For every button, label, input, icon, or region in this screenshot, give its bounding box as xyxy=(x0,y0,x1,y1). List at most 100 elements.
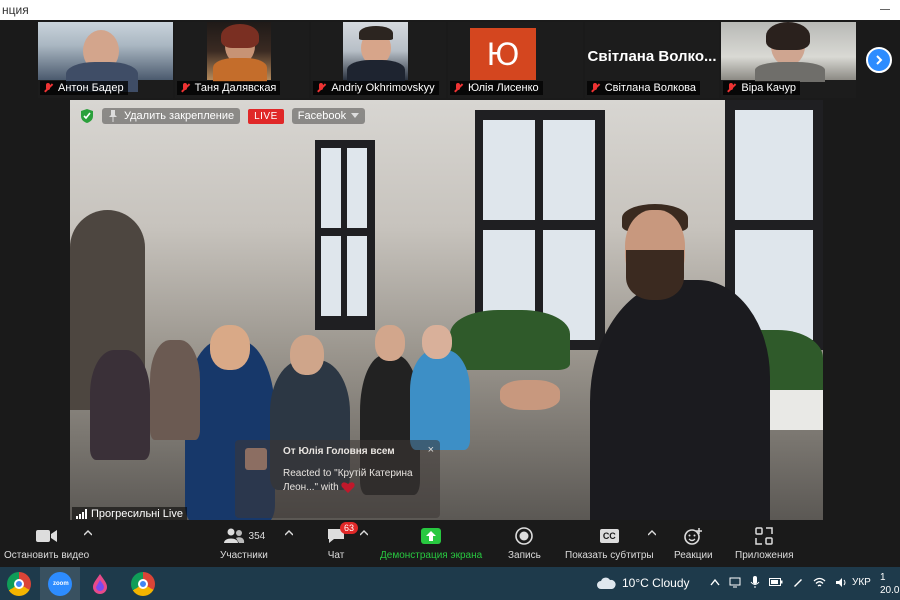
unpin-button[interactable]: Удалить закрепление xyxy=(102,108,241,124)
chat-button[interactable]: 63 Чат xyxy=(326,522,359,561)
microphone-icon[interactable] xyxy=(750,576,760,588)
show-subtitles-button[interactable]: CC Показать субтитры xyxy=(565,525,654,561)
chrome-icon[interactable] xyxy=(7,572,31,596)
stop-video-button[interactable]: Остановить видео xyxy=(4,525,89,561)
participant-name: Світлана Волкова xyxy=(604,82,697,94)
participant-strip: Антон Бадер Таня Далявская Andriy Okhrim… xyxy=(38,22,857,98)
pin-icon xyxy=(109,110,117,122)
stream-target-dropdown[interactable]: Facebook xyxy=(291,108,366,124)
participants-options-caret-icon[interactable] xyxy=(285,530,293,536)
cloud-icon xyxy=(597,577,616,589)
share-screen-button[interactable]: Демонстрация экрана xyxy=(380,525,482,561)
participant-nameplate: Світлана Волкова xyxy=(586,81,701,95)
apps-button[interactable]: Приложения xyxy=(735,525,794,561)
caret-down-icon xyxy=(351,113,360,118)
chevron-right-icon xyxy=(876,55,883,65)
reaction-message: Reacted to "Крутій Катерина Леон..." wit… xyxy=(283,468,413,494)
participant-video xyxy=(343,22,409,84)
avatar xyxy=(245,448,267,470)
pen-icon[interactable] xyxy=(792,576,804,588)
participant-nameplate: Юлія Лисенко xyxy=(450,81,543,95)
chevron-up-icon[interactable] xyxy=(710,578,720,586)
weather-widget[interactable]: 10°C Cloudy xyxy=(596,576,690,590)
shield-icon xyxy=(81,109,93,123)
participant-tile[interactable]: Антон Бадер xyxy=(38,22,173,98)
subtitles-options-caret-icon[interactable] xyxy=(648,530,656,536)
participants-icon xyxy=(223,528,244,543)
os-taskbar: zoom 10°C Cloudy УКР 1 20.0 xyxy=(0,567,900,600)
meeting-controls-bar: Остановить видео 354 Участники 63 Чат Де… xyxy=(0,520,900,567)
reaction-sender: От Юлія Головня всем xyxy=(283,446,395,457)
chat-label: Чат xyxy=(327,550,345,561)
participant-tile[interactable]: Віра Качур xyxy=(721,22,857,98)
participant-nameplate: Таня Далявская xyxy=(176,81,281,95)
signal-strength-icon xyxy=(76,509,87,519)
clock-date: 20.0 xyxy=(880,585,900,596)
mic-muted-icon xyxy=(179,82,191,94)
participant-nameplate: Антон Бадер xyxy=(40,81,128,95)
participant-nameplate: Andriy Okhrimovskyy xyxy=(313,81,439,95)
participant-name: Andriy Okhrimovskyy xyxy=(331,82,435,94)
reactions-button[interactable]: Реакции xyxy=(674,525,713,561)
participant-video: Ю xyxy=(448,22,583,80)
participant-tile[interactable]: Andriy Okhrimovskyy xyxy=(311,22,447,98)
live-badge[interactable]: LIVE xyxy=(248,108,284,124)
battery-icon[interactable] xyxy=(769,577,783,587)
participant-video xyxy=(38,22,173,92)
meeting-stage: Антон Бадер Таня Далявская Andriy Okhrim… xyxy=(0,20,900,523)
record-label: Запись xyxy=(508,550,541,561)
video-camera-icon xyxy=(35,530,57,542)
participant-tile[interactable]: Світлана Волко... Світлана Волкова xyxy=(584,22,720,98)
mic-muted-icon xyxy=(589,82,601,94)
stream-target-label: Facebook xyxy=(297,110,347,122)
window-title: нция xyxy=(2,3,29,17)
participants-button[interactable]: 354 Участники xyxy=(220,525,268,561)
record-button[interactable]: Запись xyxy=(508,525,541,561)
minimize-icon[interactable] xyxy=(880,9,890,10)
participant-tile[interactable]: Таня Далявская xyxy=(174,22,310,98)
participant-nameplate: Віра Качур xyxy=(723,81,800,95)
close-icon[interactable]: × xyxy=(428,444,434,456)
unpin-label: Удалить закрепление xyxy=(124,110,235,122)
mic-muted-icon xyxy=(452,82,464,94)
closed-captions-icon: CC xyxy=(599,529,619,543)
participant-video xyxy=(721,22,857,82)
video-options-caret-icon[interactable] xyxy=(84,530,92,536)
chat-unread-badge: 63 xyxy=(340,522,359,534)
mic-muted-icon xyxy=(42,82,54,94)
participant-name: Юлія Лисенко xyxy=(468,82,539,94)
reactions-label: Реакции xyxy=(674,550,713,561)
system-tray xyxy=(710,576,848,588)
input-language[interactable]: УКР xyxy=(852,577,871,588)
participants-count: 354 xyxy=(248,530,266,542)
participant-name: Антон Бадер xyxy=(58,82,124,94)
active-speaker-video[interactable]: Удалить закрепление LIVE Facebook От Юлі… xyxy=(70,100,823,523)
share-screen-icon xyxy=(421,528,442,544)
participants-label: Участники xyxy=(220,550,268,561)
participant-tile[interactable]: Ю Юлія Лисенко xyxy=(448,22,583,98)
chat-options-caret-icon[interactable] xyxy=(360,530,368,536)
video-overlay-toolbar: Удалить закрепление LIVE Facebook xyxy=(80,108,366,124)
next-page-button[interactable] xyxy=(866,47,892,73)
show-subtitles-label: Показать субтитры xyxy=(565,550,654,561)
participant-name: Віра Качур xyxy=(741,82,796,94)
reaction-notification[interactable]: От Юлія Головня всем Reacted to "Крутій … xyxy=(235,440,440,518)
display-icon[interactable] xyxy=(729,576,741,588)
speaker-icon[interactable] xyxy=(835,577,848,588)
clock-time: 1 xyxy=(880,572,886,583)
participant-display-name: Світлана Волко... xyxy=(587,48,717,65)
weather-text: 10°C Cloudy xyxy=(622,576,690,590)
window-title-bar: нция xyxy=(0,0,900,20)
apps-label: Приложения xyxy=(735,550,794,561)
stop-video-label: Остановить видео xyxy=(4,550,90,561)
share-screen-label: Демонстрация экрана xyxy=(380,550,483,561)
system-clock[interactable]: 1 20.0 xyxy=(880,571,899,597)
participant-video xyxy=(206,22,272,82)
smiley-plus-icon xyxy=(684,528,703,545)
mic-muted-icon xyxy=(725,82,737,94)
apps-icon xyxy=(755,527,773,545)
wifi-icon[interactable] xyxy=(813,577,826,588)
drop-app-icon[interactable] xyxy=(88,572,112,596)
zoom-icon[interactable]: zoom xyxy=(48,572,72,596)
chrome-profile-icon[interactable] xyxy=(131,572,155,596)
